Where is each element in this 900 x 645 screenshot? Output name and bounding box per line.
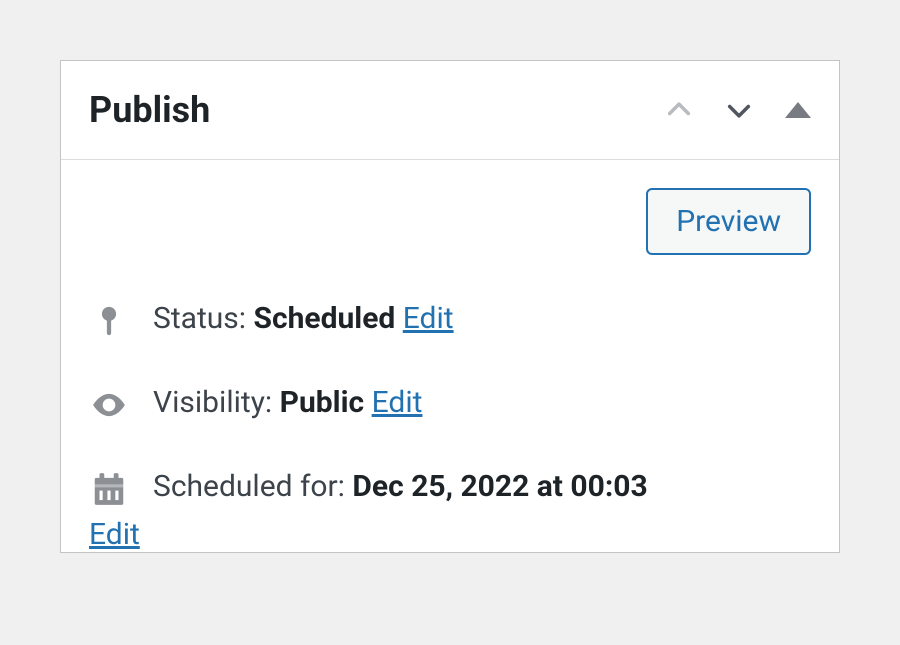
status-value: Scheduled: [254, 301, 396, 336]
visibility-text: Visibility: Public Edit: [153, 383, 811, 424]
visibility-row: Visibility: Public Edit: [89, 383, 811, 425]
panel-title: Publish: [89, 89, 210, 131]
status-label: Status:: [153, 301, 246, 336]
key-icon: [89, 301, 129, 341]
move-up-icon[interactable]: [665, 96, 693, 124]
collapse-panel-icon[interactable]: [785, 102, 811, 118]
publish-panel-header: Publish: [61, 61, 839, 160]
visibility-value: Public: [280, 385, 365, 420]
status-row: Status: Scheduled Edit: [89, 299, 811, 341]
scheduled-text: Scheduled for: Dec 25, 2022 at 00:03: [153, 467, 811, 508]
panel-header-controls: [665, 96, 811, 124]
preview-row: Preview: [89, 188, 811, 255]
scheduled-row: Scheduled for: Dec 25, 2022 at 00:03: [89, 467, 811, 509]
edit-status-link[interactable]: Edit: [403, 301, 454, 336]
status-text: Status: Scheduled Edit: [153, 299, 811, 340]
edit-visibility-link[interactable]: Edit: [372, 385, 423, 420]
publish-panel-body: Preview Status: Scheduled Edit Visibilit…: [61, 160, 839, 552]
visibility-label: Visibility:: [153, 385, 272, 420]
eye-icon: [89, 385, 129, 425]
scheduled-value: Dec 25, 2022 at 00:03: [352, 469, 647, 504]
edit-scheduled-link[interactable]: Edit: [89, 517, 811, 552]
calendar-icon: [89, 469, 129, 509]
scheduled-label: Scheduled for:: [153, 469, 345, 504]
preview-button[interactable]: Preview: [646, 188, 811, 255]
move-down-icon[interactable]: [725, 96, 753, 124]
publish-panel: Publish Preview Status: Scheduled: [60, 60, 840, 553]
